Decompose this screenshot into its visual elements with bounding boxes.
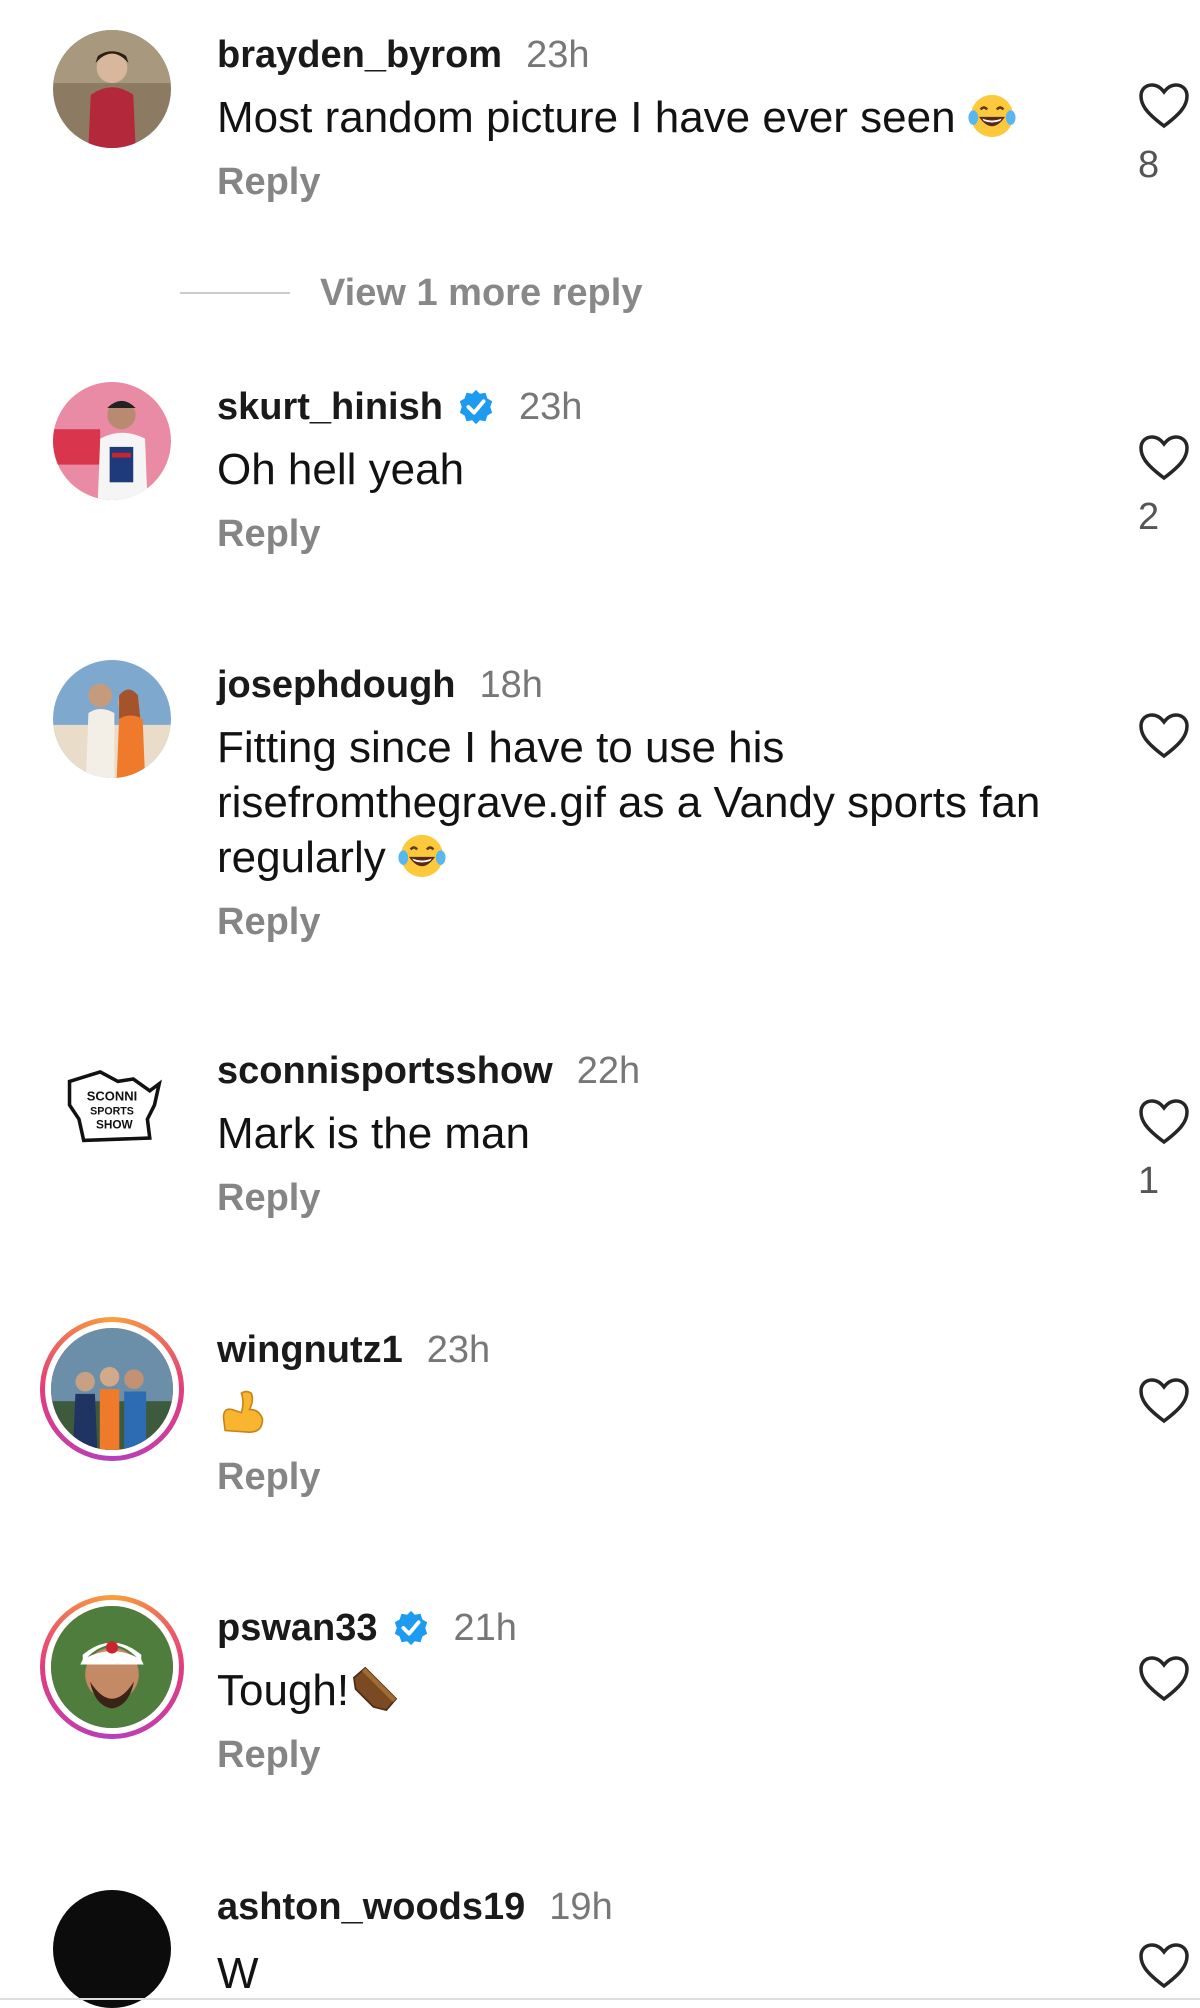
comment-meta: pswan33 21h <box>217 1603 1090 1653</box>
username[interactable]: pswan33 <box>217 1607 378 1650</box>
avatar-image <box>53 382 171 500</box>
comment-meta: wingnutz1 23h <box>217 1325 1090 1375</box>
reply-button[interactable]: Reply <box>217 513 1090 556</box>
timestamp: 23h <box>526 33 590 76</box>
like-count: 8 <box>1138 144 1160 186</box>
like-area <box>1120 1655 1200 1703</box>
heart-outline-icon[interactable] <box>1138 1655 1190 1703</box>
comment-body: skurt_hinish 23h Oh hell yeah Reply <box>217 382 1090 556</box>
like-area: 1 <box>1120 1098 1200 1203</box>
comment-body: wingnutz1 23h Reply <box>217 1325 1090 1499</box>
comment-text: Mark is the man <box>217 1106 1090 1161</box>
timestamp: 22h <box>576 1049 641 1092</box>
comment-meta: brayden_byrom 23h <box>217 30 1090 80</box>
avatar-with-story-ring[interactable] <box>40 1317 184 1461</box>
comment-meta: sconnisportsshow 22h <box>217 1046 1090 1096</box>
flexed-biceps-emoji-icon <box>222 1390 264 1433</box>
like-area <box>1120 1942 1200 1990</box>
avatar-image <box>51 1328 173 1450</box>
heart-outline-icon[interactable] <box>1138 434 1190 482</box>
comment-text: Oh hell yeah <box>217 442 1090 497</box>
view-more-replies[interactable]: View 1 more reply <box>180 268 642 318</box>
reply-button[interactable]: Reply <box>217 1734 1090 1777</box>
view-more-replies-label[interactable]: View 1 more reply <box>320 272 642 315</box>
avatar[interactable]: SCONNI SPORTS SHOW <box>53 1046 171 1164</box>
comment-text <box>217 1385 1090 1440</box>
heart-outline-icon[interactable] <box>1138 1942 1190 1990</box>
comment-text-content: Tough! <box>217 1666 350 1715</box>
comment-body: brayden_byrom 23h Most random picture I … <box>217 30 1090 204</box>
comment-text-line: regularly <box>217 833 386 882</box>
heart-outline-icon[interactable] <box>1138 712 1190 760</box>
like-area: 2 <box>1120 434 1200 539</box>
avatar-with-story-ring[interactable] <box>40 1595 184 1739</box>
comment-meta: ashton_woods19 19h <box>217 1882 1090 1932</box>
comment-body: ashton_woods19 19h W <box>217 1882 1090 2001</box>
reply-button[interactable]: Reply <box>217 901 1090 944</box>
verified-badge-icon <box>459 389 493 425</box>
verified-badge-icon <box>394 1610 427 1646</box>
avatar <box>45 1322 179 1456</box>
comment-text-content: Mark is the man <box>217 1109 530 1158</box>
comment-text: W <box>217 1946 1090 2001</box>
coffin-emoji-icon <box>353 1666 398 1712</box>
username[interactable]: sconnisportsshow <box>217 1050 553 1093</box>
timestamp: 23h <box>518 385 583 428</box>
reply-button[interactable]: Reply <box>217 1177 1090 1220</box>
comment-body: sconnisportsshow 22h Mark is the man Rep… <box>217 1046 1090 1220</box>
avatar[interactable] <box>53 1890 171 2008</box>
avatar[interactable] <box>53 30 171 148</box>
like-count: 1 <box>1138 1160 1160 1202</box>
timestamp: 19h <box>549 1885 613 1928</box>
comment-text-line: Fitting since I have to use his <box>217 723 785 772</box>
sconni-sports-show-logo: SCONNI SPORTS SHOW <box>53 1046 171 1164</box>
avatar-image <box>53 660 171 778</box>
like-area <box>1120 1377 1200 1425</box>
reply-button[interactable]: Reply <box>217 1456 1090 1499</box>
timestamp: 18h <box>479 663 543 706</box>
comment-meta: skurt_hinish 23h <box>217 382 1090 432</box>
heart-outline-icon[interactable] <box>1138 1377 1190 1425</box>
comment-meta: josephdough 18h <box>217 660 1090 710</box>
timestamp: 23h <box>426 1328 491 1371</box>
logo-text: SPORTS <box>90 1105 134 1117</box>
laughing-tears-emoji-icon <box>398 834 446 878</box>
comment-text-line-with-emoji: regularly <box>217 830 1090 885</box>
reply-button[interactable]: Reply <box>217 161 1090 204</box>
comment-text-content: Most random picture I have ever seen <box>217 93 956 142</box>
timestamp: 21h <box>453 1606 517 1649</box>
logo-text: SHOW <box>96 1119 134 1132</box>
username[interactable]: wingnutz1 <box>217 1329 403 1372</box>
username[interactable]: josephdough <box>217 664 456 707</box>
comment-text: Fitting since I have to use his risefrom… <box>217 720 1090 885</box>
heart-outline-icon[interactable] <box>1138 1098 1190 1146</box>
avatar-image <box>53 30 171 148</box>
comment-text-line: risefromthegrave.gif as a Vandy sports f… <box>217 778 1041 827</box>
like-area <box>1120 712 1200 760</box>
comment-text: Tough! <box>217 1663 1090 1718</box>
like-area: 8 <box>1120 82 1200 187</box>
heart-outline-icon[interactable] <box>1138 82 1190 130</box>
avatar <box>45 1600 179 1734</box>
avatar[interactable] <box>53 660 171 778</box>
username[interactable]: brayden_byrom <box>217 34 502 77</box>
laughing-tears-emoji-icon <box>968 94 1016 138</box>
avatar-image <box>51 1606 173 1728</box>
avatar[interactable] <box>53 382 171 500</box>
comment-text: Most random picture I have ever seen <box>217 90 1090 145</box>
divider-line <box>180 292 290 294</box>
comment-body: josephdough 18h Fitting since I have to … <box>217 660 1090 944</box>
username[interactable]: ashton_woods19 <box>217 1886 525 1929</box>
comment-text-content: Oh hell yeah <box>217 445 465 494</box>
username[interactable]: skurt_hinish <box>217 386 443 429</box>
comment-body: pswan33 21h Tough! Reply <box>217 1603 1090 1777</box>
comment-text-content: W <box>217 1949 259 1998</box>
like-count: 2 <box>1138 496 1160 538</box>
logo-text: SCONNI <box>87 1088 137 1103</box>
